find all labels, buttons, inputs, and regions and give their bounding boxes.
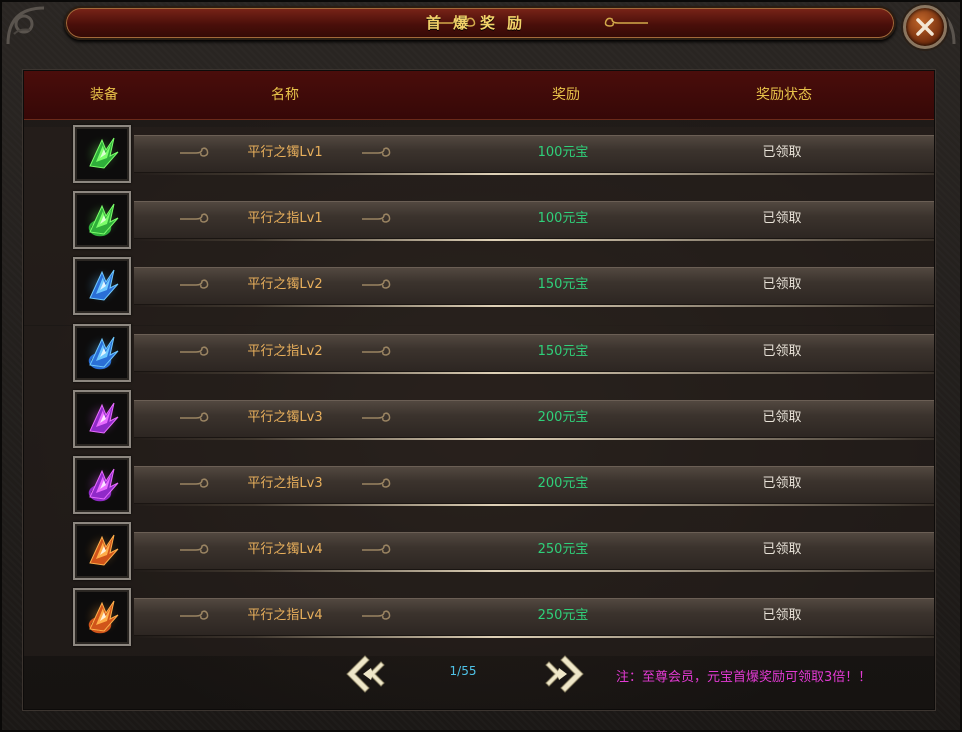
title-bar: 首爆奖励 xyxy=(64,6,896,40)
window-title: 首爆奖励 xyxy=(425,14,534,32)
reward-amount: 200元宝 xyxy=(537,476,589,491)
green-ring-icon xyxy=(82,200,122,241)
equipment-slot[interactable] xyxy=(73,588,131,647)
swirl-ornament-icon xyxy=(362,412,391,422)
reward-status: 已领取 xyxy=(762,145,802,160)
purple-bracelet-icon xyxy=(82,398,122,439)
table-row: 平行之指Lv3 200元宝 已领取 xyxy=(0,456,962,524)
item-name: 平行之指Lv1 xyxy=(247,211,323,227)
next-page-button[interactable] xyxy=(543,652,587,696)
swirl-ornament-icon xyxy=(362,147,391,157)
table-row: 平行之指Lv1 100元宝 已领取 xyxy=(0,191,962,260)
swirl-ornament-icon xyxy=(362,478,391,488)
item-name: 平行之镯Lv3 xyxy=(247,409,323,425)
reward-amount: 150元宝 xyxy=(537,343,589,359)
row-divider xyxy=(134,173,934,175)
reward-status: 已领取 xyxy=(762,277,802,293)
equipment-slot[interactable] xyxy=(73,257,131,316)
swirl-ornament-icon xyxy=(180,147,209,157)
table-row: 平行之镯Lv4 250元宝 已领取 xyxy=(0,522,962,591)
reward-amount: 100元宝 xyxy=(537,211,589,227)
header-equipment: 装备 xyxy=(90,87,118,103)
item-name: 平行之指Lv4 xyxy=(247,608,323,624)
orange-bracelet-icon xyxy=(82,531,122,572)
equipment-slot[interactable] xyxy=(73,125,131,183)
swirl-ornament-icon xyxy=(180,279,209,290)
reward-status: 已领取 xyxy=(762,343,802,359)
swirl-ornament-icon xyxy=(362,346,391,356)
corner-ornament-icon xyxy=(6,6,45,45)
page-indicator: 1/55 xyxy=(449,664,477,678)
orange-ring-icon xyxy=(82,597,122,638)
row-divider xyxy=(134,239,934,242)
table-row: 平行之镯Lv2 150元宝 已领取 xyxy=(0,257,962,326)
swirl-ornament-icon xyxy=(362,279,391,290)
reward-status: 已领取 xyxy=(762,542,802,558)
item-name: 平行之镯Lv4 xyxy=(247,542,323,558)
green-bracelet-icon xyxy=(82,134,122,174)
reward-status: 已领取 xyxy=(762,409,802,425)
swirl-ornament-icon xyxy=(180,412,209,422)
header-reward-status: 奖励状态 xyxy=(756,87,812,103)
reward-amount: 150元宝 xyxy=(537,277,589,293)
reward-status: 已领取 xyxy=(762,211,802,227)
table-row: 平行之指Lv4 250元宝 已领取 xyxy=(0,588,962,657)
reward-amount: 250元宝 xyxy=(537,542,589,558)
row-divider xyxy=(134,504,934,506)
prev-page-button[interactable] xyxy=(343,652,387,696)
row-divider xyxy=(134,636,934,639)
swirl-ornament-icon xyxy=(180,213,209,223)
close-button[interactable] xyxy=(903,5,947,49)
header-reward: 奖励 xyxy=(552,87,580,103)
close-icon xyxy=(916,18,934,36)
table-row: 平行之镯Lv3 200元宝 已领取 xyxy=(0,389,962,458)
swirl-ornament-icon xyxy=(180,478,209,488)
equipment-slot[interactable] xyxy=(73,191,131,250)
item-name: 平行之镯Lv2 xyxy=(247,277,323,293)
reward-amount: 250元宝 xyxy=(537,608,589,624)
swirl-ornament-icon xyxy=(362,544,391,554)
table-row: 平行之镯Lv1 100元宝 已领取 xyxy=(0,125,962,193)
row-divider xyxy=(134,305,934,308)
reward-status: 已领取 xyxy=(762,476,802,491)
row-divider xyxy=(134,570,934,573)
swirl-ornament-icon xyxy=(180,610,209,621)
vip-note: 注：至尊会员，元宝首爆奖励可领取3倍！！ xyxy=(616,670,872,685)
title-swirl-icon xyxy=(604,17,648,27)
table-row: 平行之指Lv2 150元宝 已领取 xyxy=(0,323,962,392)
blue-bracelet-icon xyxy=(82,266,122,307)
row-divider xyxy=(134,371,934,374)
blue-ring-icon xyxy=(82,332,122,373)
reward-amount: 200元宝 xyxy=(537,409,589,425)
swirl-ornament-icon xyxy=(180,346,209,356)
swirl-ornament-icon xyxy=(362,213,391,223)
item-name: 平行之指Lv2 xyxy=(247,343,323,359)
row-divider xyxy=(134,437,934,440)
header-name: 名称 xyxy=(271,87,299,103)
reward-status: 已领取 xyxy=(762,608,802,624)
item-name: 平行之镯Lv1 xyxy=(247,145,323,160)
purple-ring-icon xyxy=(82,465,122,505)
equipment-slot[interactable] xyxy=(73,456,131,514)
equipment-slot[interactable] xyxy=(73,389,131,448)
swirl-ornament-icon xyxy=(180,544,209,554)
item-name: 平行之指Lv3 xyxy=(247,476,323,491)
equipment-slot[interactable] xyxy=(73,323,131,382)
reward-amount: 100元宝 xyxy=(537,145,589,160)
swirl-ornament-icon xyxy=(362,610,391,621)
equipment-slot[interactable] xyxy=(73,522,131,581)
